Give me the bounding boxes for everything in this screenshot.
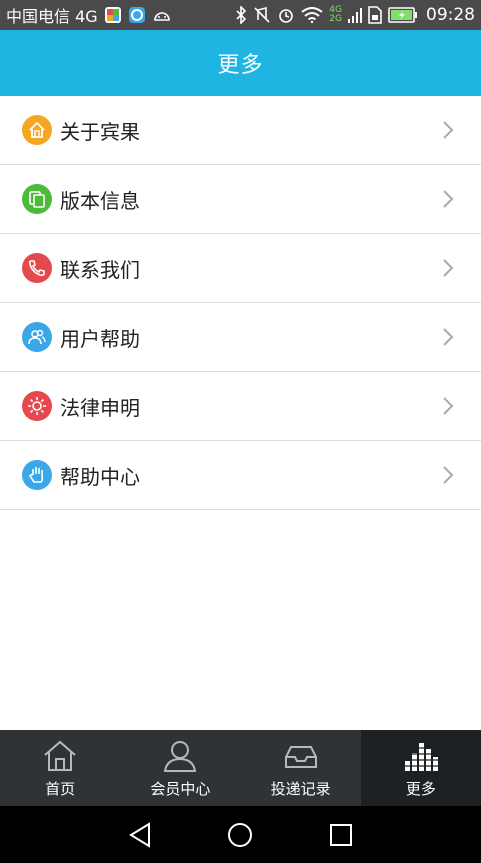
tab-more[interactable]: 更多	[360, 730, 481, 806]
android-icon	[152, 7, 172, 23]
copy-icon	[22, 184, 52, 214]
signal-icon	[348, 7, 362, 23]
wifi-icon	[301, 7, 323, 23]
tab-label: 会员中心	[150, 779, 211, 798]
chevron-right-icon	[441, 464, 455, 486]
system-nav-bar	[0, 806, 481, 863]
inbox-outline-icon	[283, 738, 319, 774]
home-circle-icon[interactable]	[224, 819, 256, 851]
menu-item-version[interactable]: 版本信息	[0, 165, 481, 234]
mute-icon	[253, 6, 271, 24]
header: 更多	[0, 30, 481, 96]
chevron-right-icon	[441, 188, 455, 210]
tab-label: 首页	[45, 779, 76, 798]
tab-bar: 首页 会员中心 投递记录 更多	[0, 730, 481, 806]
sim-icon	[368, 6, 382, 24]
person-outline-icon	[162, 738, 198, 774]
menu-item-user-help[interactable]: 用户帮助	[0, 303, 481, 372]
bluetooth-icon	[235, 6, 247, 24]
phone-icon	[22, 253, 52, 283]
network-2g-label: 2G	[329, 14, 342, 24]
status-left: 中国电信 4G	[6, 3, 172, 27]
back-icon[interactable]	[124, 819, 156, 851]
status-right: 4G 2G 09:28	[235, 5, 475, 25]
home-icon	[22, 115, 52, 145]
carrier-label: 中国电信 4G	[6, 7, 98, 26]
app-icon-colorful	[104, 6, 122, 24]
tab-member-center[interactable]: 会员中心	[120, 730, 240, 806]
menu-item-label: 用户帮助	[60, 326, 140, 351]
chevron-right-icon	[441, 119, 455, 141]
menu-item-label: 法律申明	[60, 395, 140, 420]
tab-label: 更多	[405, 779, 436, 798]
app-icon-blue	[128, 6, 146, 24]
tab-home[interactable]: 首页	[0, 730, 120, 806]
recents-icon[interactable]	[325, 819, 357, 851]
network-type-icon: 4G 2G	[329, 6, 342, 24]
menu-item-legal[interactable]: 法律申明	[0, 372, 481, 441]
tab-label: 投递记录	[270, 779, 331, 798]
clock: 09:28	[426, 5, 475, 25]
menu-list: 关于宾果 版本信息 联系我们 用户帮助 法律申明 帮助中心	[0, 96, 481, 510]
status-bar: 中国电信 4G 4G 2G 09:28	[0, 0, 481, 30]
chevron-right-icon	[441, 257, 455, 279]
menu-item-label: 关于宾果	[60, 119, 140, 144]
menu-item-contact[interactable]: 联系我们	[0, 234, 481, 303]
equalizer-icon	[402, 738, 439, 774]
menu-item-about[interactable]: 关于宾果	[0, 96, 481, 165]
battery-charging-icon	[388, 7, 418, 23]
menu-item-label: 帮助中心	[60, 464, 140, 489]
menu-item-help-center[interactable]: 帮助中心	[0, 441, 481, 510]
menu-item-label: 版本信息	[60, 188, 140, 213]
home-outline-icon	[42, 738, 78, 774]
hand-icon	[22, 460, 52, 490]
users-icon	[22, 322, 52, 352]
chevron-right-icon	[441, 326, 455, 348]
page-title: 更多	[217, 53, 264, 78]
alarm-icon	[277, 6, 295, 24]
sun-icon	[22, 391, 52, 421]
tab-delivery-records[interactable]: 投递记录	[241, 730, 361, 806]
menu-item-label: 联系我们	[60, 257, 140, 282]
chevron-right-icon	[441, 395, 455, 417]
